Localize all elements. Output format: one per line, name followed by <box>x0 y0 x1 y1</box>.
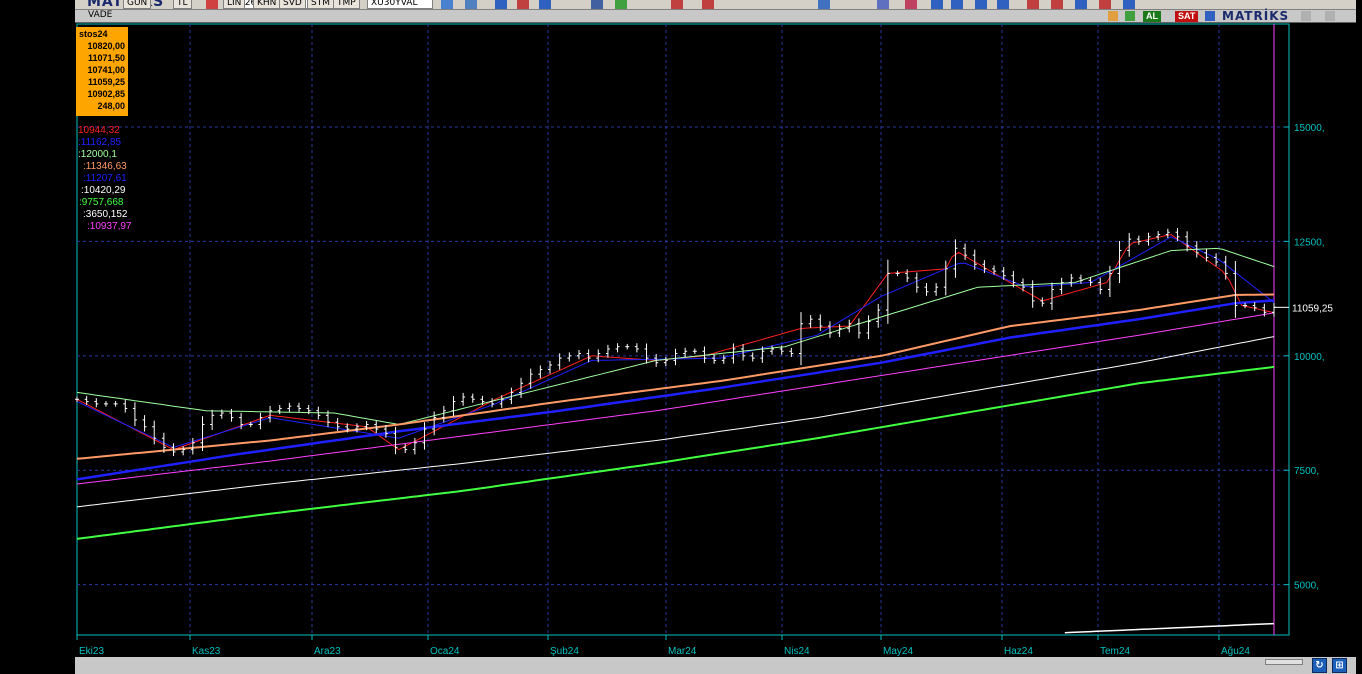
x-tick-label: Ara23 <box>314 646 341 657</box>
legend-entry: :3650,152 <box>83 209 128 220</box>
info-volume: 248,00 <box>97 101 125 111</box>
info-average: 10902,85 <box>87 89 125 99</box>
plot-area[interactable] <box>76 23 1290 636</box>
y-tick-label: 7500, <box>1294 466 1319 477</box>
x-tick-label: Oca24 <box>430 646 460 657</box>
x-tick-label: Mar24 <box>668 646 697 657</box>
x-tick-label: Ağu24 <box>1221 646 1250 657</box>
y-tick-label: 12500, <box>1294 237 1325 248</box>
bottom-bar: ↻ ⊞ <box>75 657 1356 674</box>
info-title: stos24 <box>79 29 108 39</box>
x-tick-label: Nis24 <box>784 646 810 657</box>
sync-icon[interactable]: ↻ <box>1312 658 1327 673</box>
x-tick-label: Şub24 <box>550 646 579 657</box>
x-tick-label: Tem24 <box>1100 646 1130 657</box>
legend-entry: :9757,668 <box>79 197 124 208</box>
last-price-label: 11059,25 <box>1292 303 1333 314</box>
y-tick-label: 5000, <box>1294 581 1319 592</box>
legend-entry: :10420,29 <box>81 185 126 196</box>
ohlc-info-box: stos24 10820,00 11071,50 10741,00 11059,… <box>76 27 128 116</box>
legend-entry: :12000,1 <box>78 149 117 160</box>
x-tick-label: Haz24 <box>1004 646 1033 657</box>
y-axis-panel <box>1289 24 1356 635</box>
info-low: 10741,00 <box>87 65 125 75</box>
horizontal-scrollbar[interactable] <box>1265 659 1303 665</box>
indicator-legend: 10944,32 :11162,85 :12000,1 :11346,63 :1… <box>78 125 132 233</box>
legend-entry: :11346,63 <box>83 161 127 172</box>
legend-entry: :11207,61 <box>83 173 127 184</box>
x-tick-label: Eki23 <box>79 646 104 657</box>
x-tick-label: Kas23 <box>192 646 221 657</box>
layout-switch-icon[interactable]: ⊞ <box>1332 658 1347 673</box>
price-chart[interactable]: 15000, 12500, 10000, 7500, 5000, Eki23 Kas23 A… <box>0 0 1362 674</box>
x-axis-panel <box>77 636 1356 656</box>
y-tick-label: 15000, <box>1294 123 1325 134</box>
info-high: 11071,50 <box>87 53 125 63</box>
y-tick-label: 10000, <box>1294 352 1325 363</box>
x-tick-label: May24 <box>883 646 913 657</box>
info-close: 11059,25 <box>87 77 125 87</box>
info-open: 10820,00 <box>87 41 125 51</box>
legend-entry: :11162,85 <box>78 137 122 148</box>
legend-entry: :10937,97 <box>87 221 132 232</box>
legend-entry: 10944,32 <box>78 125 120 136</box>
